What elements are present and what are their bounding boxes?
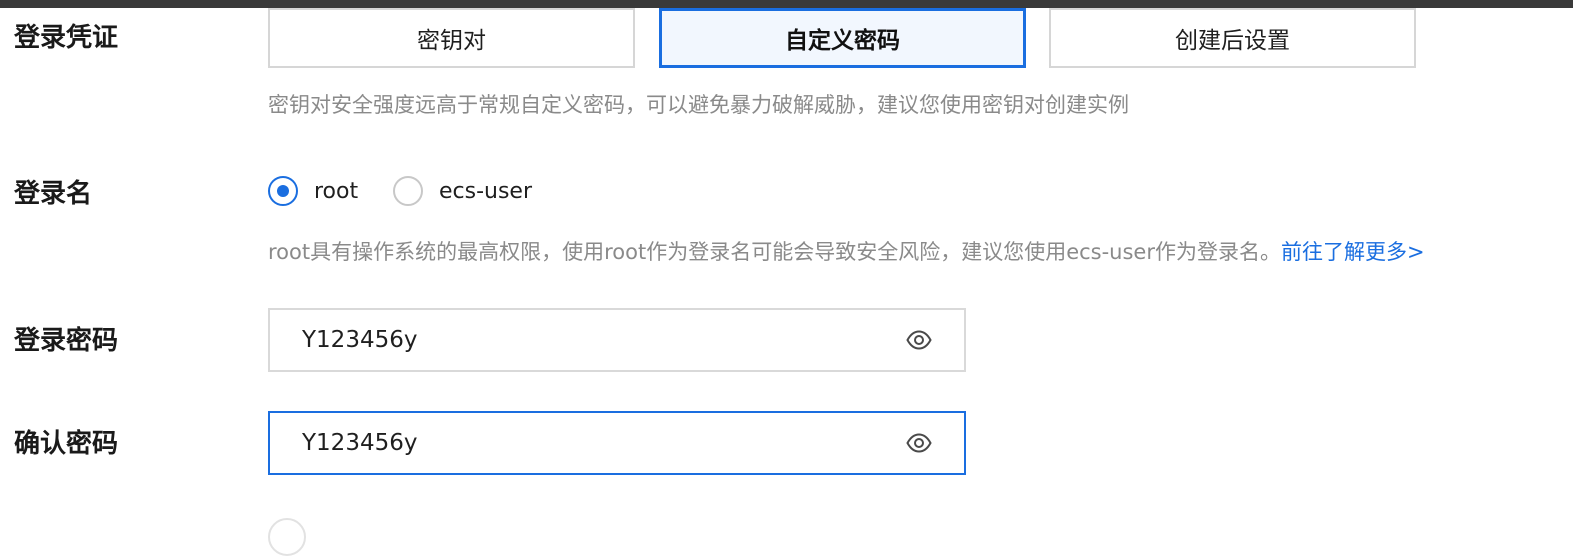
credentials-label: 登录凭证	[14, 23, 119, 53]
password-label: 登录密码	[14, 326, 119, 356]
tab-key-pair-label: 密钥对	[417, 28, 486, 54]
radio-root[interactable]: root	[268, 176, 358, 206]
confirm-password-field[interactable]	[268, 411, 966, 475]
radio-ecs-user-label: ecs-user	[439, 178, 533, 204]
password-input[interactable]	[302, 327, 862, 353]
login-name-help: root具有操作系统的最高权限，使用root作为登录名可能会导致安全风险，建议您…	[268, 237, 1425, 267]
partial-radio-circle[interactable]	[268, 518, 306, 556]
radio-root-circle[interactable]	[268, 176, 298, 206]
credentials-help-text: 密钥对安全强度远高于常规自定义密码，可以避免暴力破解威胁，建议您使用密钥对创建实…	[268, 93, 1129, 117]
radio-ecs-user-circle[interactable]	[393, 176, 423, 206]
tab-set-after-creation-label: 创建后设置	[1175, 28, 1290, 54]
tab-custom-password-label: 自定义密码	[785, 28, 900, 54]
radio-ecs-user[interactable]: ecs-user	[393, 176, 532, 206]
confirm-password-input[interactable]	[302, 430, 862, 456]
radio-root-label: root	[314, 178, 359, 204]
login-name-label: 登录名	[14, 179, 93, 209]
learn-more-link[interactable]: 前往了解更多>	[1281, 240, 1425, 264]
eye-icon[interactable]	[906, 432, 932, 454]
top-border	[0, 0, 1573, 8]
tab-custom-password[interactable]: 自定义密码	[659, 8, 1026, 68]
tab-key-pair[interactable]: 密钥对	[268, 8, 635, 68]
eye-icon[interactable]	[906, 329, 932, 351]
tab-set-after-creation[interactable]: 创建后设置	[1049, 8, 1416, 68]
password-field[interactable]	[268, 308, 966, 372]
login-name-help-text: root具有操作系统的最高权限，使用root作为登录名可能会导致安全风险，建议您…	[268, 240, 1281, 264]
confirm-password-label: 确认密码	[14, 429, 119, 459]
